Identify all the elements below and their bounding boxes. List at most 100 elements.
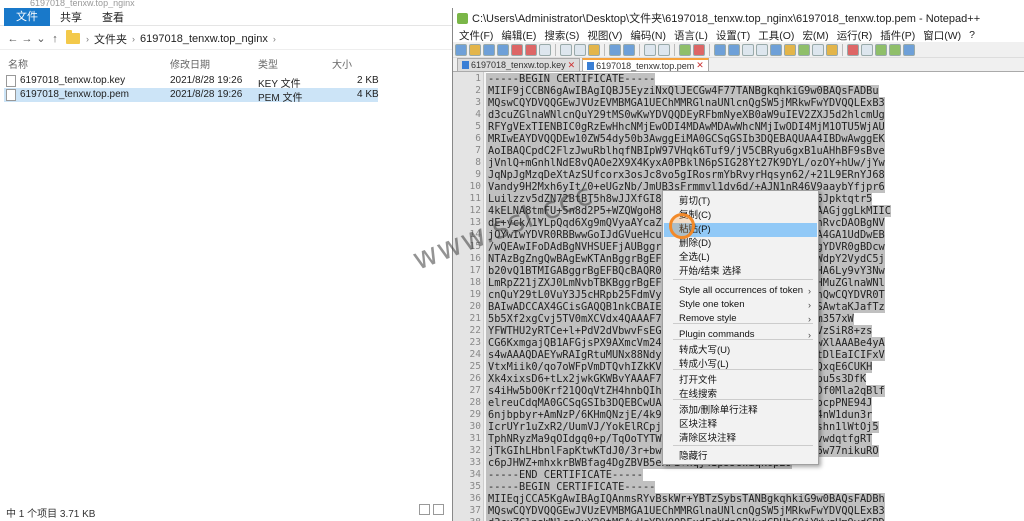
column-header-date[interactable]: 修改日期 [170, 56, 210, 71]
context-menu-item[interactable]: 转成大写(U) [664, 344, 817, 358]
redo-icon[interactable] [623, 43, 635, 56]
column-header-size[interactable]: 大小 [332, 56, 352, 71]
editor-line[interactable]: 38d3cuZGlnaWNlcnQuY29tMSAwHgYDVQQDExdEaW… [470, 517, 1024, 521]
zoom-in-icon[interactable] [679, 43, 691, 56]
up-arrow-icon[interactable]: ↑ [48, 31, 62, 47]
breadcrumb-folder[interactable]: 文件夹 [91, 31, 130, 47]
save-all-icon[interactable] [497, 43, 509, 56]
menu-encoding[interactable]: 编码(N) [626, 28, 670, 43]
play-macro-icon[interactable] [875, 43, 887, 56]
close-all-icon[interactable] [525, 43, 537, 56]
menu-run[interactable]: 运行(R) [833, 28, 877, 43]
forward-arrow-icon[interactable]: → [20, 31, 34, 47]
address-bar[interactable]: ← → ⌄ ↑ › 文件夹 › 6197018_tenxw.top_nginx … [0, 28, 452, 50]
file-row-pem[interactable]: 6197018_tenxw.top.pem 2021/8/28 19:26 PE… [4, 88, 379, 104]
tab-key-file[interactable]: 6197018_tenxw.top.key ✕ [457, 58, 581, 71]
context-menu-item[interactable]: Style one token › [664, 298, 817, 312]
undo-icon[interactable] [609, 43, 621, 56]
editor-line[interactable]: 3 MQswCQYDVQQGEwJVUzEVMBMGA1UEChMMRGlnaUN… [475, 97, 1024, 109]
word-wrap-icon[interactable] [742, 43, 754, 56]
context-menu-item[interactable]: 打开文件 [664, 374, 817, 388]
cut-icon[interactable] [560, 43, 572, 56]
context-menu-item[interactable]: 全选(L) [664, 251, 817, 265]
record-macro-icon[interactable] [847, 43, 859, 56]
sync-vertical-icon[interactable] [714, 43, 726, 56]
editor-line[interactable]: 9 JqNpJgMzqDeXtAzSUfcorx3osJc8vo5gIRosrmY… [475, 169, 1024, 181]
column-header-type[interactable]: 类型 [258, 56, 278, 71]
save-icon[interactable] [483, 43, 495, 56]
chevron-down-icon[interactable]: ⌄ [34, 31, 48, 47]
replace-icon[interactable] [658, 43, 670, 56]
context-menu-item[interactable]: 区块注释 [664, 418, 817, 432]
context-menu-item[interactable]: 清除区块注释 [664, 432, 817, 446]
npp-tab-bar: 6197018_tenxw.top.key ✕ 6197018_tenxw.to… [453, 58, 1024, 72]
editor-line[interactable]: 8 jVnlQ+mGnhlNdE8vQAOe2X9X4KyxA0PBklN6pSI… [475, 157, 1024, 169]
editor-line[interactable]: 1 -----BEGIN CERTIFICATE----- [475, 73, 1024, 85]
close-icon[interactable]: ✕ [696, 60, 704, 71]
context-menu-item[interactable]: Style all occurrences of token › [664, 284, 817, 298]
editor-line[interactable]: 36 MIIEqjCCA5KgAwIBAgIQAnmsRYvBskWr+YBTzS… [470, 493, 1024, 505]
editor-line[interactable]: 5 RFYgVExTIENBIC0gRzEwHhcNMjEwODI4MDAwMDA… [475, 121, 1024, 133]
editor-line[interactable]: 35 -----BEGIN CERTIFICATE----- [470, 481, 1024, 493]
tab-pem-file[interactable]: 6197018_tenxw.top.pem ✕ [582, 58, 709, 71]
menu-edit[interactable]: 编辑(E) [497, 28, 540, 43]
editor-line[interactable]: 34 -----END CERTIFICATE----- [470, 469, 1024, 481]
context-menu-item[interactable]: 剪切(T) [664, 195, 817, 209]
breadcrumb-current[interactable]: 6197018_tenxw.top_nginx [137, 33, 271, 45]
line-text: MQswCQYDVQQGEwJVUzEVMBMGA1UEChMMRGlnaUNl… [486, 97, 885, 109]
context-menu-item[interactable]: 添加/删除单行注释 [664, 404, 817, 418]
menu-tools[interactable]: 工具(O) [754, 28, 798, 43]
save-macro-icon[interactable] [903, 43, 915, 56]
new-file-icon[interactable] [455, 43, 467, 56]
context-menu-item[interactable]: 隐藏行 [664, 450, 817, 464]
tab-label: 6197018_tenxw.top.pem [596, 60, 695, 71]
print-icon[interactable] [539, 43, 551, 56]
menu-view[interactable]: 视图(V) [583, 28, 626, 43]
doc-map-icon[interactable] [798, 43, 810, 56]
line-number: 25 [469, 361, 481, 372]
editor-line[interactable]: 37 MQswCQYDVQQGEwJVUzEVMBMGA1UEChMMRGlnaU… [470, 505, 1024, 517]
show-all-chars-icon[interactable] [756, 43, 768, 56]
context-menu-item[interactable]: 开始/结束 选择 [664, 265, 817, 279]
menu-macro[interactable]: 宏(M) [798, 28, 832, 43]
find-icon[interactable] [644, 43, 656, 56]
editor-line[interactable]: 2 MIIF9jCCBN6gAwIBAgIQBJ5EyziNxQlJECGw4F7… [475, 85, 1024, 97]
run-macro-multiple-icon[interactable] [889, 43, 901, 56]
menu-settings[interactable]: 设置(T) [712, 28, 754, 43]
menu-search[interactable]: 搜索(S) [540, 28, 583, 43]
function-list-icon[interactable] [812, 43, 824, 56]
line-number: 11 [469, 193, 481, 204]
explorer-title: 6197018_tenxw.top_nginx [0, 0, 452, 8]
indent-guide-icon[interactable] [770, 43, 782, 56]
lang-define-icon[interactable] [784, 43, 796, 56]
sync-horizontal-icon[interactable] [728, 43, 740, 56]
menu-file[interactable]: 文件(F) [455, 28, 497, 43]
editor-line[interactable]: 6 MRIwEAYDVQQDEw10ZW54dy50b3AwggEiMA0GCSq… [475, 133, 1024, 145]
menu-language[interactable]: 语言(L) [670, 28, 712, 43]
copy-icon[interactable] [574, 43, 586, 56]
tiles-view-icon[interactable] [433, 504, 444, 515]
editor-line[interactable]: 7 AoIBAQCpdC2FlzJwuRblhqfNBIpW97VHqk6Tuf9… [475, 145, 1024, 157]
file-size: 4 KB [357, 89, 379, 100]
ribbon-tab-file[interactable]: 文件 [4, 7, 50, 26]
close-icon[interactable] [511, 43, 523, 56]
back-arrow-icon[interactable]: ← [6, 31, 20, 47]
editor-line[interactable]: 4 d3cuZGlnaWNlcnQuY29tMS0wKwYDVQQDEyRFbmN… [475, 109, 1024, 121]
line-text: d3cuZGlnaWNlcnQuY29tMSAwHgYDVQQDExdEaWdp… [486, 517, 885, 521]
context-menu-item[interactable]: 删除(D) [664, 237, 817, 251]
file-row-key[interactable]: 6197018_tenxw.top.key 2021/8/28 19:26 KE… [4, 74, 379, 90]
zoom-out-icon[interactable] [693, 43, 705, 56]
folder-as-workspace-icon[interactable] [826, 43, 838, 56]
menu-help[interactable]: ? [965, 29, 979, 41]
open-file-icon[interactable] [469, 43, 481, 56]
paste-icon[interactable] [588, 43, 600, 56]
details-view-icon[interactable] [419, 504, 430, 515]
column-header-name[interactable]: 名称 [8, 56, 28, 71]
file-size: 2 KB [357, 75, 379, 86]
ribbon-tab-view[interactable]: 查看 [92, 9, 134, 25]
menu-window[interactable]: 窗口(W) [919, 28, 965, 43]
stop-macro-icon[interactable] [861, 43, 873, 56]
close-icon[interactable]: ✕ [568, 60, 576, 71]
menu-plugins[interactable]: 插件(P) [876, 28, 919, 43]
ribbon-tab-share[interactable]: 共享 [50, 9, 92, 25]
